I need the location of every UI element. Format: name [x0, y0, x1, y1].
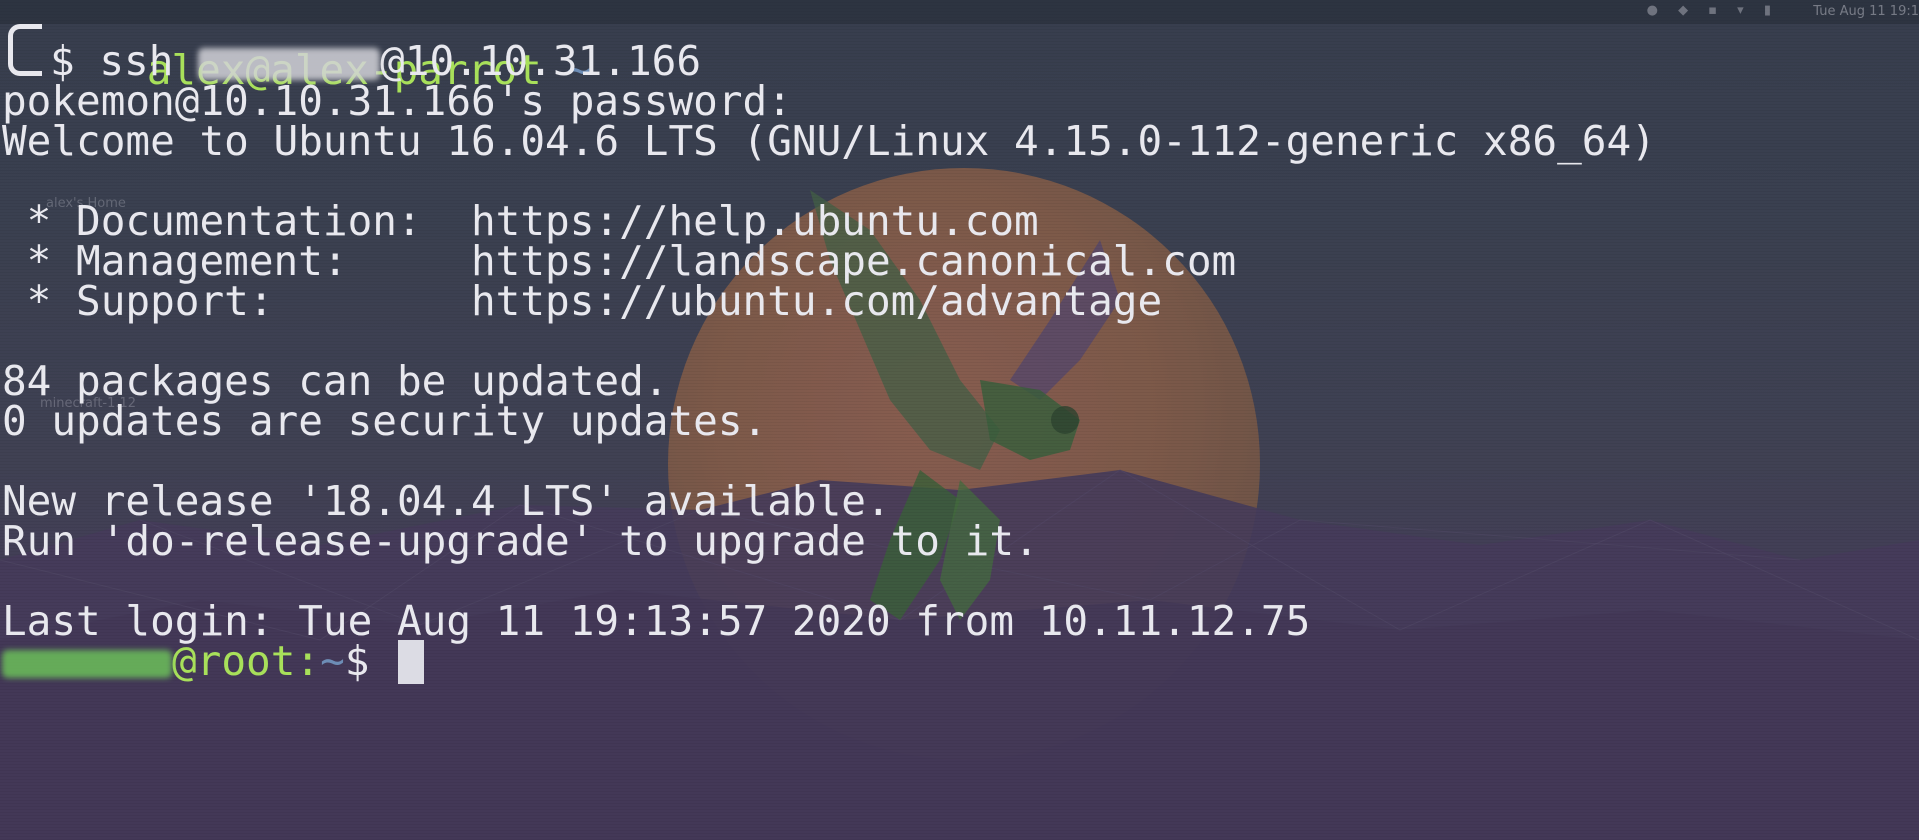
remote-cwd: ~: [320, 637, 345, 685]
redacted-remote-user: [2, 650, 172, 678]
redacted-username: [198, 48, 381, 80]
remote-prompt-line[interactable]: @root:~$: [2, 637, 425, 686]
prompt-bracket: [8, 24, 42, 76]
support-line: * Support: https://ubuntu.com/advantage: [2, 277, 1162, 326]
welcome-line: Welcome to Ubuntu 16.04.6 LTS (GNU/Linux…: [2, 117, 1656, 165]
terminal-cursor[interactable]: [398, 640, 425, 684]
remote-host-path: @root:: [172, 637, 321, 685]
upgrade-line: Run 'do-release-upgrade' to upgrade to i…: [2, 517, 1039, 565]
remote-prompt-symbol: $: [344, 637, 395, 685]
support-url[interactable]: https://ubuntu.com/advantage: [471, 277, 1162, 325]
security-line: 0 updates are security updates.: [2, 397, 768, 445]
support-label: * Support:: [2, 277, 471, 325]
terminal-window[interactable]: alex@alex-parrot ~ $ ssh @10.10.31.166 p…: [0, 0, 1919, 840]
